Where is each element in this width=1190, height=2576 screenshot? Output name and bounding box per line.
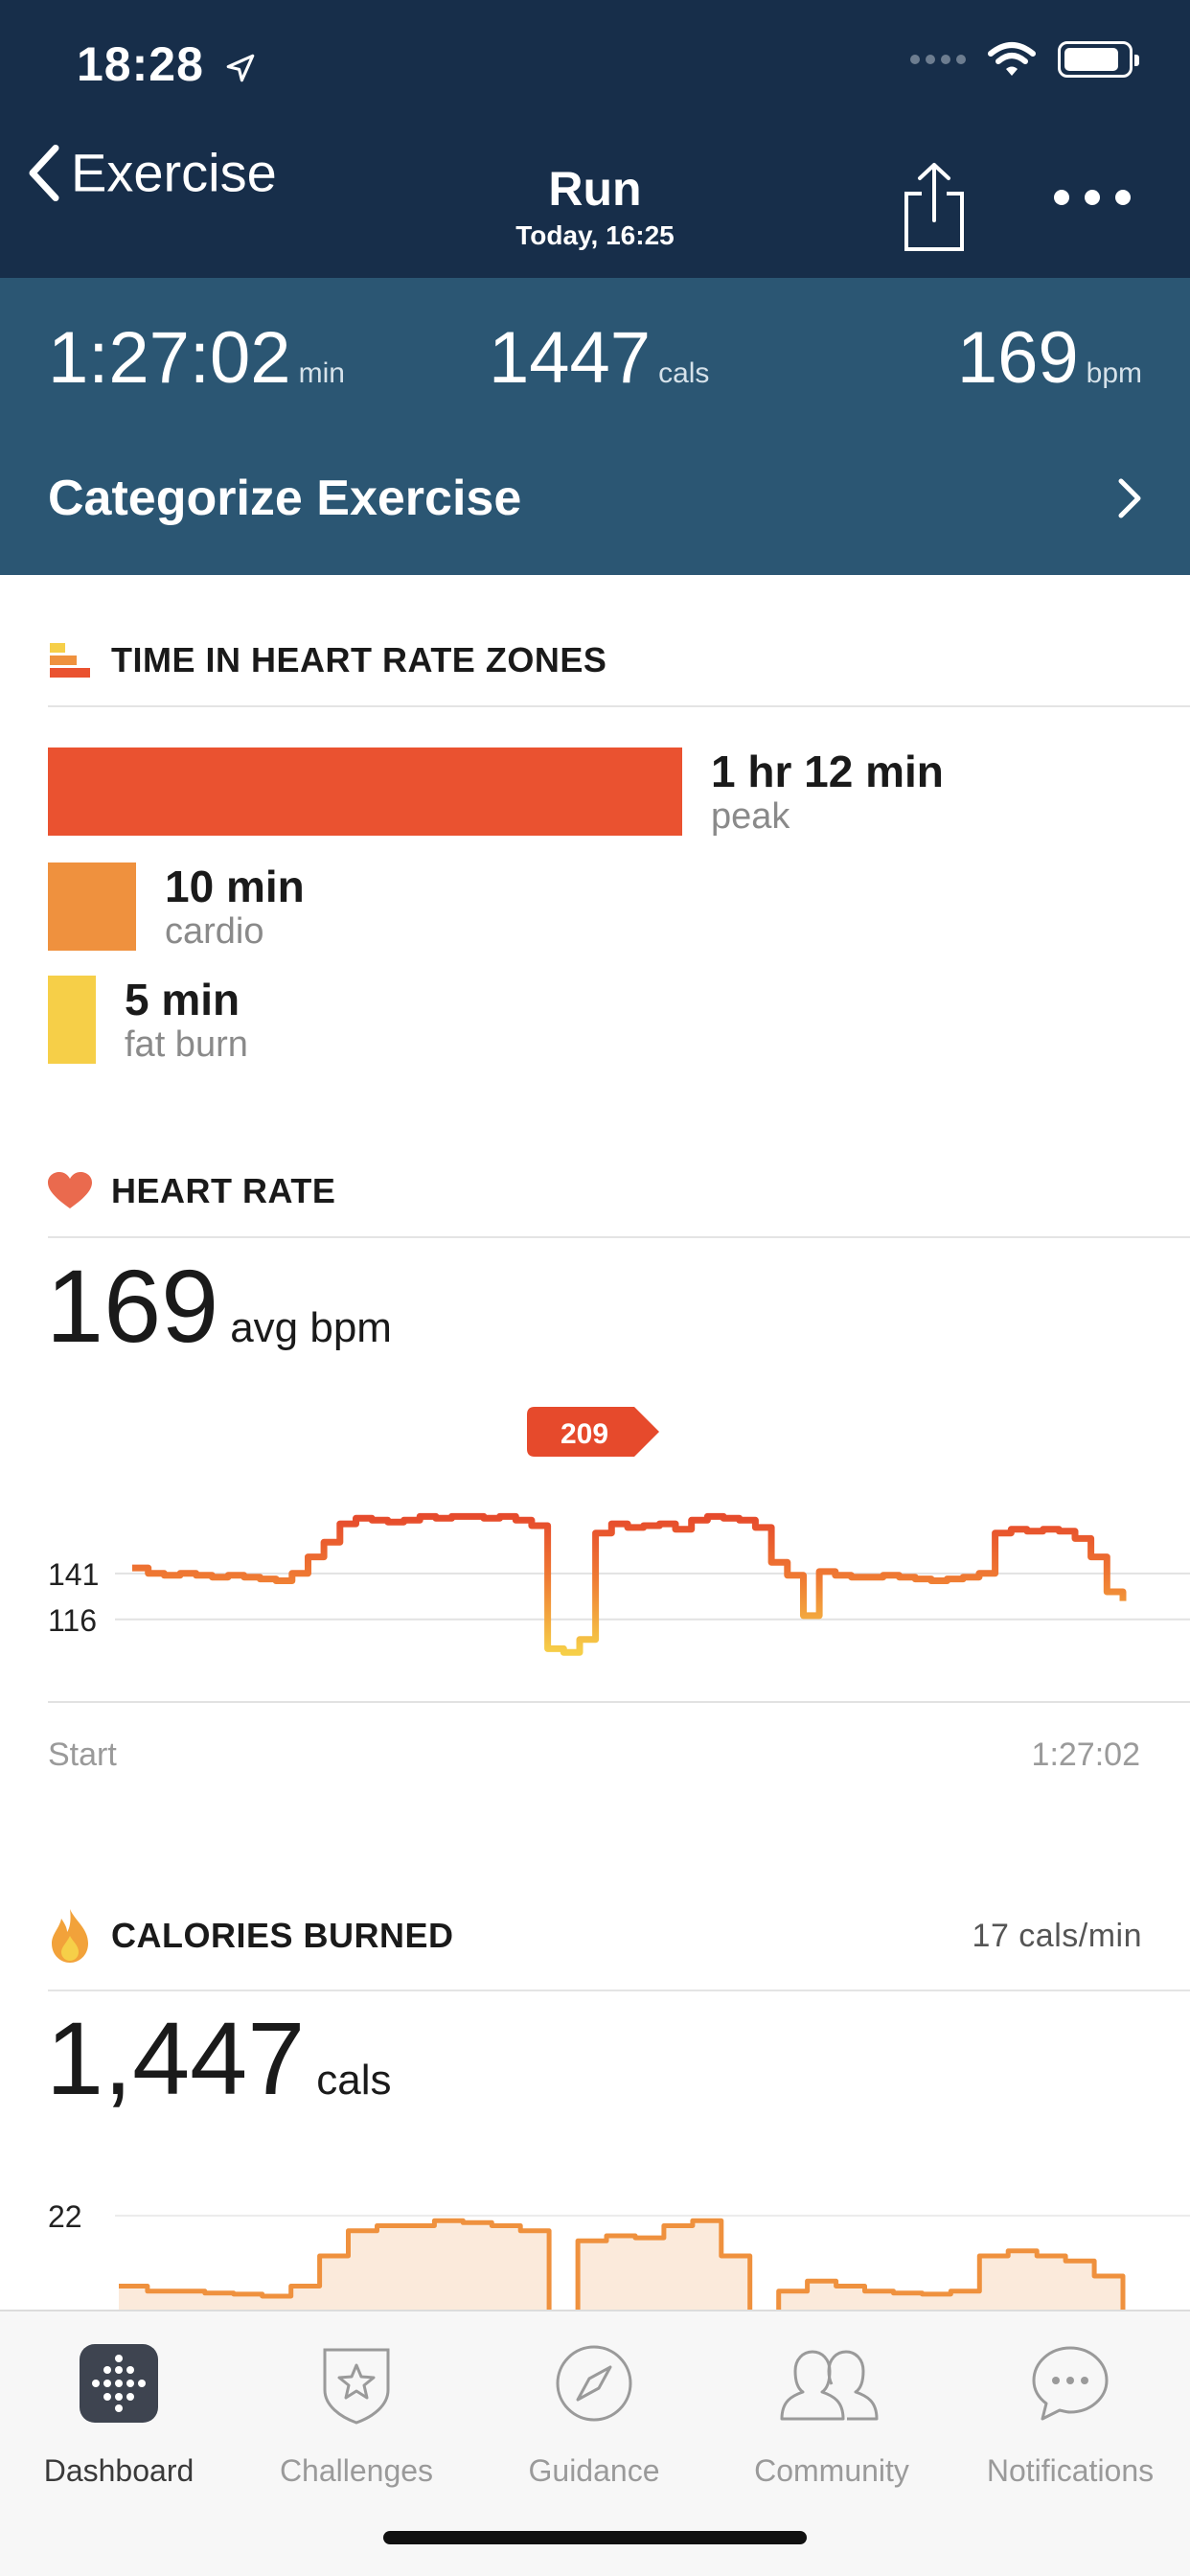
heart-rate-value: 169 [956, 317, 1079, 399]
tab-guidance-label: Guidance [528, 2453, 660, 2488]
calories-total-value: 1,447 [46, 2000, 306, 2116]
status-time-text: 18:28 [77, 37, 204, 91]
calories-section-header: CALORIES BURNED 17 cals/min [48, 1907, 1190, 1991]
calories-total-unit: cals [316, 2057, 392, 2104]
categorize-label: Categorize Exercise [48, 471, 522, 526]
chevron-right-icon [1118, 478, 1141, 518]
calories-total: 1,447 cals [46, 1998, 392, 2118]
zone-fat-burn-row: 5 min fat burn [48, 976, 248, 1066]
chat-bubble-icon [1032, 2346, 1109, 2421]
share-button[interactable] [901, 161, 968, 258]
zone-cardio-label: cardio [165, 911, 264, 952]
zone-peak-label: peak [711, 796, 790, 837]
heart-rate-section-header: HEART RATE [48, 1171, 1190, 1238]
heart-rate-avg-value: 169 [46, 1248, 219, 1364]
dashboard-icon [80, 2344, 158, 2423]
zones-section-header: TIME IN HEART RATE ZONES [48, 640, 1190, 707]
cal-y-tick-label: 22 [48, 2199, 82, 2234]
zone-fat-burn-value: 5 min [125, 975, 240, 1024]
calories-rate: 17 cals/min [972, 1917, 1142, 1954]
duration-unit: min [298, 357, 345, 389]
title-text: Run [548, 162, 642, 216]
zone-cardio-value: 10 min [165, 862, 305, 911]
heart-rate-title: HEART RATE [111, 1171, 336, 1210]
calories-title: CALORIES BURNED [111, 1916, 454, 1955]
calories-unit: cals [658, 357, 710, 389]
compass-icon [556, 2345, 632, 2422]
tab-notifications-label: Notifications [986, 2453, 1155, 2488]
calories-chart: 2211 [0, 2137, 1190, 2310]
hr-y-tick-label: 141 [48, 1557, 99, 1592]
status-indicators [910, 40, 1139, 79]
share-icon [904, 163, 964, 251]
tab-dashboard-label: Dashboard [43, 2453, 195, 2488]
hr-peak-badge-text: 209 [561, 1418, 608, 1450]
hr-series-line [132, 1512, 1127, 1656]
tab-guidance[interactable]: Guidance [475, 2331, 713, 2489]
tab-community-label: Community [754, 2453, 909, 2488]
hr-y-tick-label: 116 [48, 1603, 97, 1638]
tab-community[interactable]: Community [713, 2331, 950, 2489]
heart-rate-unit: bpm [1086, 357, 1142, 389]
zones-title: TIME IN HEART RATE ZONES [111, 640, 607, 679]
zone-cardio-bar [48, 862, 136, 951]
tab-dashboard[interactable]: Dashboard [0, 2331, 238, 2489]
heart-icon [48, 1172, 92, 1210]
challenges-icon [323, 2348, 390, 2425]
wifi-icon [988, 42, 1036, 76]
heart-rate-stat: 169 bpm [957, 316, 1142, 400]
page-title: Run Today, 16:25 [0, 161, 1190, 251]
duration-value: 1:27:02 [48, 317, 291, 399]
hr-peak-badge: 209 [527, 1407, 659, 1457]
calories-value: 1447 [489, 317, 652, 399]
hr-x-start-label: Start [48, 1736, 117, 1773]
tab-notifications[interactable]: Notifications [950, 2331, 1190, 2489]
signal-icon [910, 55, 966, 64]
zones-icon [48, 641, 92, 679]
heart-rate-avg-unit: avg bpm [230, 1304, 392, 1351]
app-header: 18:28 Exercise Run Today, 16:25 [0, 0, 1190, 278]
calories-stat: 1447 cals [489, 316, 709, 400]
duration-stat: 1:27:02 min [48, 316, 345, 400]
home-indicator [383, 2531, 807, 2544]
location-arrow-icon [226, 54, 255, 82]
subtitle-text: Today, 16:25 [515, 220, 675, 250]
zone-fat-burn-label: fat burn [125, 1024, 248, 1065]
zone-peak-bar [48, 748, 682, 836]
status-time: 18:28 [77, 36, 257, 92]
community-icon [780, 2350, 879, 2421]
zone-peak-value: 1 hr 12 min [711, 747, 944, 796]
zone-fat-burn-bar [48, 976, 96, 1064]
battery-icon [1058, 41, 1139, 78]
tab-challenges-label: Challenges [279, 2453, 434, 2488]
summary-panel: 1:27:02 min 1447 cals 169 bpm Categorize Ex… [0, 278, 1190, 575]
tab-challenges[interactable]: Challenges [238, 2331, 475, 2489]
heart-rate-average: 169 avg bpm [46, 1246, 392, 1366]
categorize-exercise-button[interactable]: Categorize Exercise [48, 470, 1142, 527]
zone-peak-row: 1 hr 12 min peak [48, 748, 944, 838]
flame-icon [48, 1907, 92, 1965]
zone-cardio-row: 10 min cardio [48, 862, 305, 953]
more-options-button[interactable] [1054, 190, 1131, 205]
heart-rate-chart: 141 116 209 Start 1:27:02 [0, 1390, 1190, 1792]
hr-x-end-label: 1:27:02 [1032, 1736, 1140, 1773]
